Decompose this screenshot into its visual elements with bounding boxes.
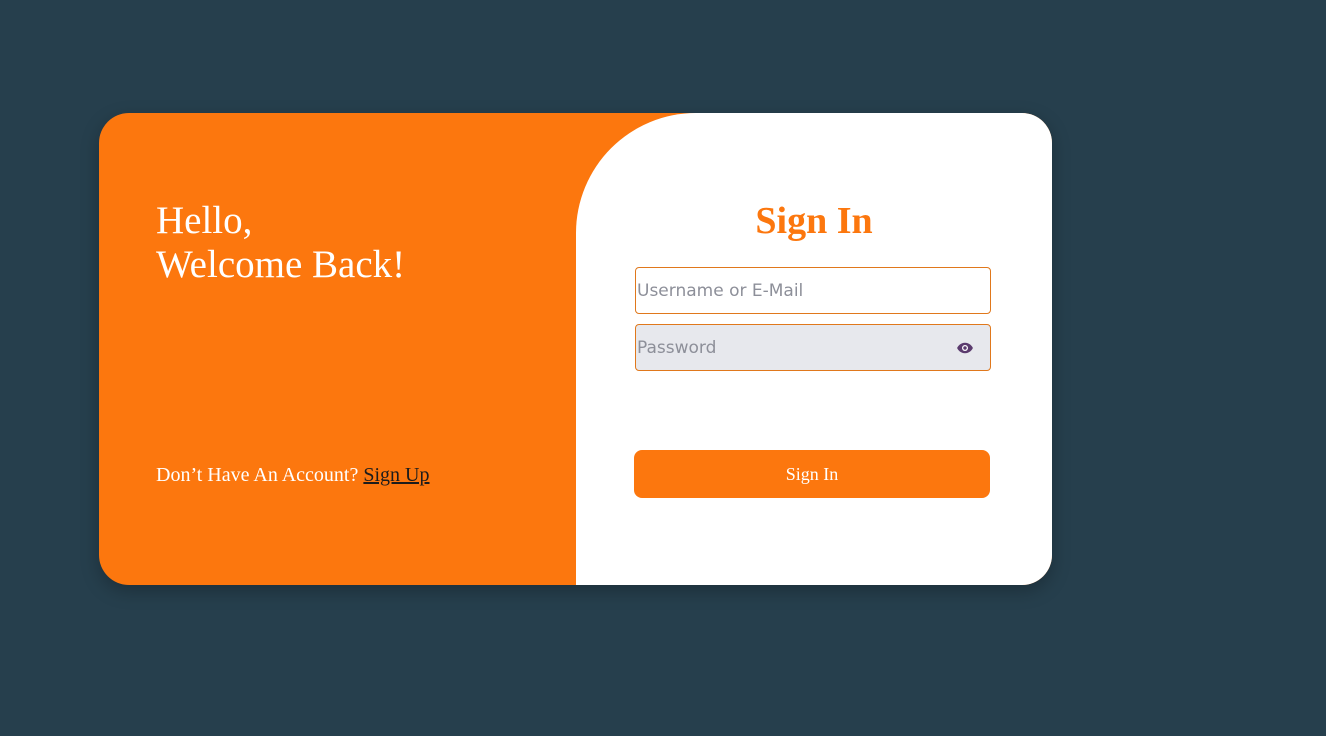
- eye-icon[interactable]: [956, 339, 974, 357]
- signin-panel: Sign In Sign In: [576, 113, 1052, 585]
- welcome-line-hello: Hello,: [156, 199, 253, 242]
- welcome-line-back: Welcome Back!: [156, 243, 406, 286]
- signin-title: Sign In: [755, 200, 873, 242]
- password-field: [635, 324, 991, 371]
- login-card: Hello, Welcome Back! Don’t Have An Accou…: [99, 113, 1052, 585]
- account-prompt-text: Don’t Have An Account?: [156, 464, 359, 486]
- signup-link[interactable]: Sign Up: [363, 464, 429, 486]
- username-input[interactable]: [636, 268, 990, 313]
- welcome-heading: Hello, Welcome Back!: [156, 199, 405, 287]
- username-field: [635, 267, 991, 314]
- password-input[interactable]: [636, 325, 990, 370]
- signin-button[interactable]: Sign In: [634, 450, 990, 498]
- account-prompt: Don’t Have An Account? Sign Up: [156, 464, 430, 487]
- welcome-panel: Hello, Welcome Back! Don’t Have An Accou…: [99, 113, 576, 585]
